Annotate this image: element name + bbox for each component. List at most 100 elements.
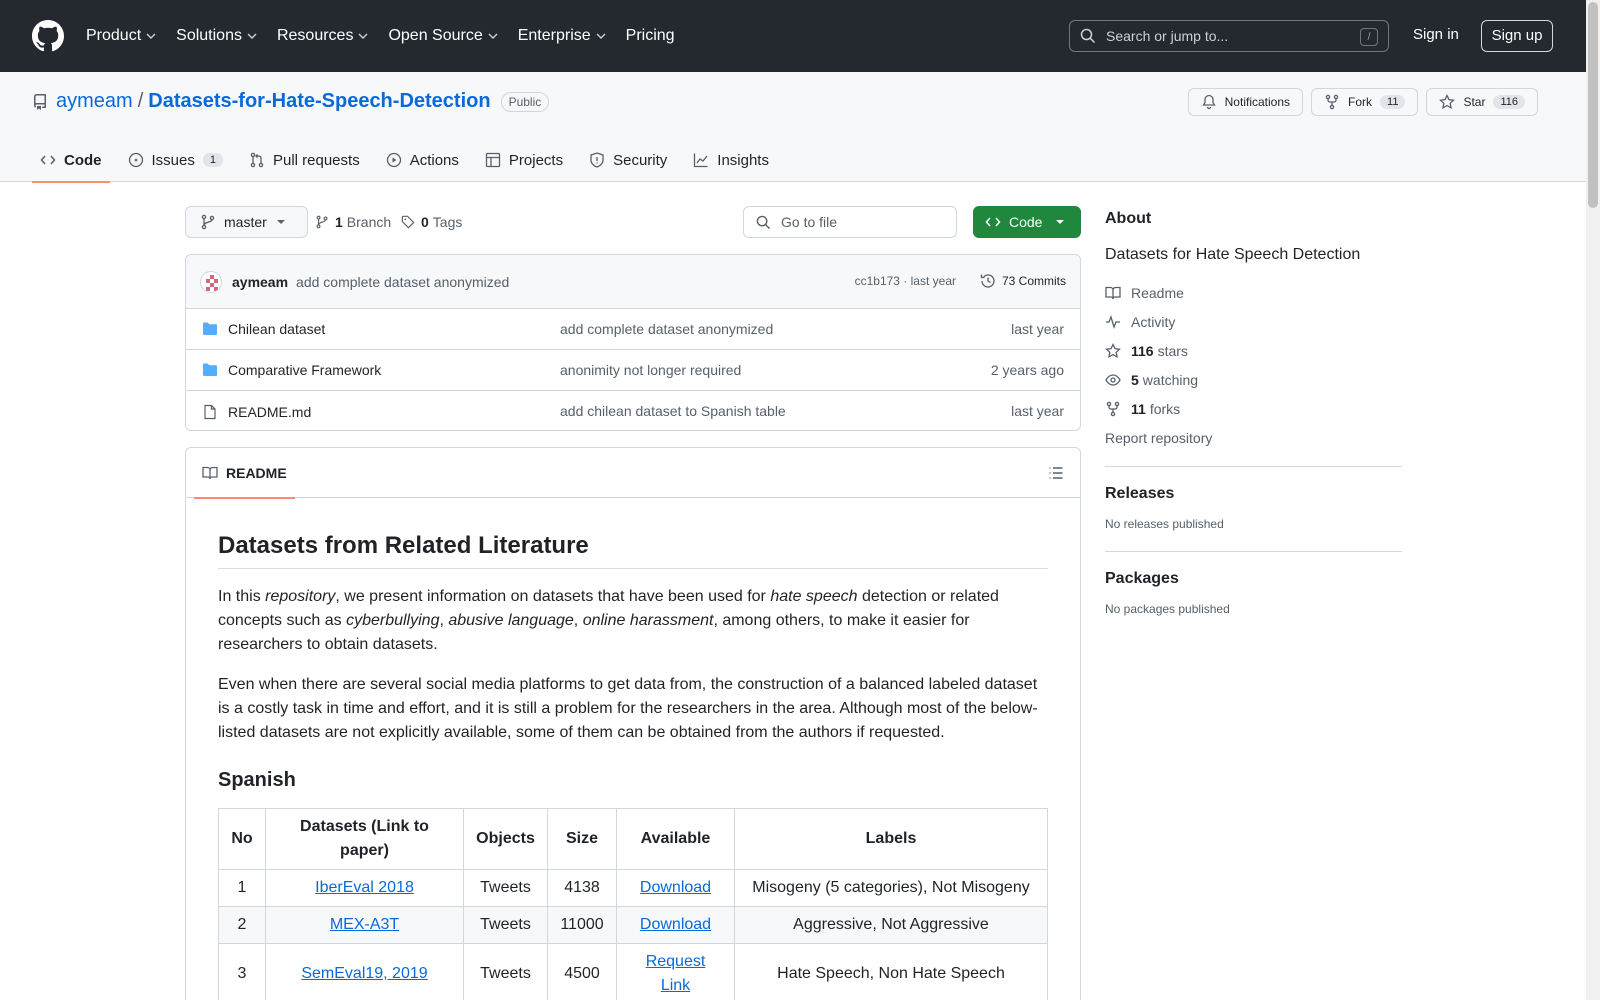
- cell-objects: Tweets: [463, 869, 548, 907]
- nav-product[interactable]: Product: [86, 27, 156, 45]
- dataset-link[interactable]: IberEval 2018: [315, 879, 414, 896]
- download-link[interactable]: Download: [640, 916, 711, 933]
- code-button-label: Code: [1009, 214, 1043, 230]
- watching-link[interactable]: 5 watching: [1105, 371, 1402, 388]
- branch-count: 1: [335, 214, 343, 230]
- star-button[interactable]: Star 116: [1426, 88, 1538, 116]
- packages-heading[interactable]: Packages: [1105, 570, 1402, 588]
- tags-link[interactable]: 0 Tags: [401, 214, 462, 230]
- file-name-link[interactable]: Comparative Framework: [228, 362, 381, 378]
- file-commit-message[interactable]: add chilean dataset to Spanish table: [560, 403, 786, 419]
- stars-link[interactable]: 116 stars: [1105, 342, 1402, 359]
- global-header: Product Solutions Resources Open Source …: [0, 0, 1586, 72]
- github-logo-icon[interactable]: [32, 20, 64, 52]
- repo-owner-link[interactable]: aymeam: [56, 90, 133, 113]
- cell-no: 3: [218, 943, 266, 1000]
- branches-link[interactable]: 1 Branch: [315, 214, 391, 230]
- file-row[interactable]: README.md add chilean dataset to Spanish…: [186, 391, 1080, 432]
- nav-enterprise[interactable]: Enterprise: [518, 27, 606, 45]
- file-date: last year: [1011, 321, 1064, 337]
- file-commit-message[interactable]: add complete dataset anonymized: [560, 321, 773, 337]
- readme-intro: In this repository, we present informati…: [218, 585, 1048, 657]
- tab-pull-requests[interactable]: Pull requests: [241, 138, 368, 182]
- tab-actions[interactable]: Actions: [378, 138, 467, 182]
- tab-security[interactable]: Security: [581, 138, 675, 182]
- file-row[interactable]: Chilean dataset add complete dataset ano…: [186, 309, 1080, 350]
- cell-labels: Aggressive, Not Aggressive: [734, 906, 1048, 944]
- avatar[interactable]: [200, 270, 222, 293]
- readme-link-label: Readme: [1131, 284, 1184, 301]
- report-repository-link[interactable]: Report repository: [1105, 429, 1402, 446]
- readme-paragraph: Even when there are several social media…: [218, 676, 1038, 741]
- tab-insights[interactable]: Insights: [685, 138, 777, 182]
- commit-hash-time[interactable]: cc1b173 · last year: [855, 274, 956, 288]
- branch-selector[interactable]: master: [185, 206, 308, 238]
- intro-emphasis: online harassment: [582, 612, 714, 629]
- code-dropdown-button[interactable]: Code: [973, 206, 1081, 238]
- go-to-file-placeholder: Go to file: [781, 214, 838, 230]
- commit-message-link[interactable]: add complete dataset anonymized: [296, 274, 509, 290]
- branch-label: Branch: [346, 214, 392, 230]
- about-heading: About: [1105, 210, 1152, 227]
- stars-label: stars: [1157, 342, 1188, 359]
- fork-icon: [1325, 94, 1339, 110]
- tab-code[interactable]: Code: [32, 138, 110, 183]
- column-header: No: [218, 808, 266, 870]
- cell-size: 4138: [547, 869, 617, 907]
- bell-icon: [1201, 94, 1216, 110]
- readme-link[interactable]: Readme: [1105, 284, 1402, 301]
- file-commit-message[interactable]: anonimity not longer required: [560, 362, 741, 378]
- tab-projects[interactable]: Projects: [477, 138, 571, 182]
- search-input[interactable]: Search or jump to... /: [1069, 20, 1389, 52]
- dataset-link[interactable]: MEX-A3T: [330, 916, 399, 933]
- intro-text: , we present information on datasets tha…: [335, 588, 771, 605]
- book-icon: [202, 466, 218, 480]
- sign-in-link[interactable]: Sign in: [1413, 26, 1459, 43]
- nav-resources-label: Resources: [276, 27, 354, 44]
- sign-up-button[interactable]: Sign up: [1481, 20, 1553, 52]
- global-nav: Product Solutions Resources Open Source …: [86, 27, 695, 45]
- nav-pricing[interactable]: Pricing: [626, 27, 675, 45]
- cell-size: 11000: [547, 906, 617, 944]
- table-row: 2 MEX-A3T Tweets 11000 Download Aggressi…: [218, 906, 1048, 944]
- readme-panel: README Datasets from Related Literature …: [185, 447, 1081, 1000]
- chevron-down-icon: [596, 33, 606, 39]
- list-icon[interactable]: [1048, 465, 1064, 481]
- fork-icon: [1106, 401, 1120, 416]
- eye-icon: [1105, 373, 1121, 386]
- forks-link[interactable]: 11 forks: [1105, 400, 1402, 417]
- fork-button[interactable]: Fork 11: [1311, 88, 1419, 116]
- nav-solutions[interactable]: Solutions: [176, 27, 257, 45]
- cell-labels: Hate Speech, Non Hate Speech: [734, 943, 1048, 1000]
- search-icon: [1080, 28, 1096, 44]
- nav-resources[interactable]: Resources: [277, 27, 368, 45]
- repo-name-link[interactable]: Datasets-for-Hate-Speech-Detection: [148, 90, 490, 113]
- notifications-button[interactable]: Notifications: [1187, 88, 1304, 116]
- tab-readme[interactable]: README: [194, 448, 295, 499]
- fork-label: Fork: [1348, 95, 1373, 109]
- file-row[interactable]: Comparative Framework anonimity not long…: [186, 350, 1080, 391]
- dataset-link[interactable]: SemEval19, 2019: [301, 965, 427, 982]
- column-header: Datasets (Link to paper): [265, 808, 464, 870]
- releases-heading[interactable]: Releases: [1105, 485, 1402, 503]
- file-name-link[interactable]: Chilean dataset: [228, 321, 325, 337]
- about-sidebar: About Datasets for Hate Speech Detection…: [1105, 210, 1402, 616]
- activity-link[interactable]: Activity: [1105, 313, 1402, 330]
- file-name-link[interactable]: README.md: [228, 404, 311, 420]
- download-link[interactable]: Download: [640, 879, 711, 896]
- pull-request-icon: [250, 152, 264, 168]
- go-to-file-input[interactable]: Go to file: [743, 206, 957, 238]
- request-link[interactable]: Request Link: [646, 953, 706, 994]
- column-header: Size: [547, 808, 617, 870]
- nav-open-source[interactable]: Open Source: [388, 27, 498, 45]
- tab-issues[interactable]: Issues 1: [120, 138, 231, 182]
- issue-icon: [128, 152, 143, 168]
- table-row: 3 SemEval19, 2019 Tweets 4500 Request Li…: [218, 943, 1048, 1000]
- cell-labels: Misogeny (5 categories), Not Misogeny: [734, 869, 1048, 907]
- scrollbar-thumb[interactable]: [1588, 2, 1598, 208]
- tab-pull-requests-label: Pull requests: [272, 151, 360, 169]
- commits-link[interactable]: 73 Commits: [980, 273, 1066, 289]
- commit-author-link[interactable]: aymeam: [232, 274, 288, 290]
- commits-count: 73 Commits: [1001, 274, 1066, 288]
- page-scrollbar[interactable]: [1586, 0, 1600, 1000]
